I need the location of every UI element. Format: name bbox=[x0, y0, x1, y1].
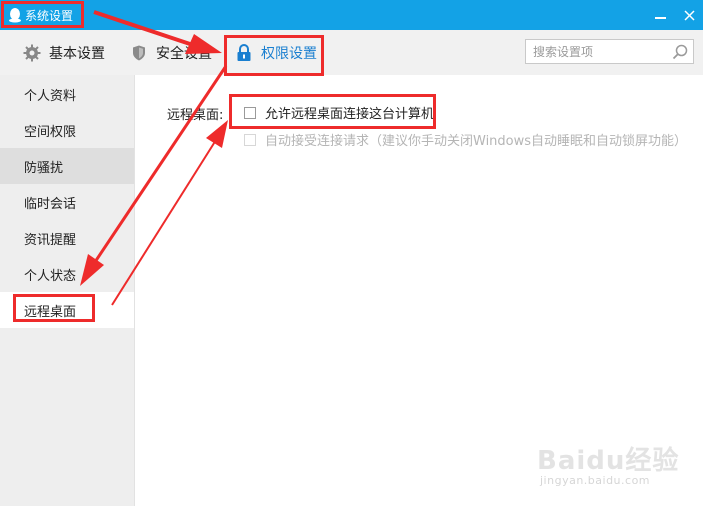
search-box[interactable] bbox=[525, 39, 694, 64]
gear-icon bbox=[23, 44, 41, 62]
search-input[interactable] bbox=[526, 40, 666, 63]
minimize-button[interactable] bbox=[650, 5, 670, 25]
sidebar-item-label: 空间权限 bbox=[24, 124, 77, 140]
allow-remote-desktop-option[interactable]: 允许远程桌面连接这台计算机 bbox=[244, 103, 434, 122]
sidebar-item-label: 临时会话 bbox=[24, 196, 77, 212]
sidebar-item-label: 远程桌面 bbox=[24, 304, 77, 320]
close-button[interactable] bbox=[679, 5, 699, 25]
sidebar-item-label: 个人状态 bbox=[24, 268, 77, 284]
tab-security-settings[interactable]: 安全设置 bbox=[130, 38, 212, 68]
auto-accept-checkbox bbox=[244, 133, 256, 146]
sidebar-item-space-permission[interactable]: 空间权限 bbox=[0, 112, 134, 148]
sidebar-item-anti-harassment[interactable]: 防骚扰 bbox=[0, 148, 134, 184]
sidebar-item-profile[interactable]: 个人资料 bbox=[0, 76, 134, 112]
tab-basic-settings[interactable]: 基本设置 bbox=[23, 38, 105, 68]
tab-bar: 基本设置 安全设置 权限设置 bbox=[0, 30, 703, 75]
sidebar-item-news-alerts[interactable]: 资讯提醒 bbox=[0, 220, 134, 256]
sidebar-item-label: 个人资料 bbox=[24, 88, 77, 104]
window-title-group: 系统设置 bbox=[4, 3, 77, 27]
shield-icon bbox=[130, 44, 148, 62]
minimize-icon bbox=[654, 17, 666, 19]
lock-icon bbox=[235, 44, 253, 62]
qq-penguin-icon bbox=[9, 8, 21, 23]
tab-security-settings-label: 安全设置 bbox=[156, 46, 212, 62]
auto-accept-option: 自动接受连接请求（建议你手动关闭Windows自动睡眠和自动锁屏功能） bbox=[244, 130, 687, 149]
search-icon[interactable] bbox=[672, 44, 688, 60]
remote-desktop-section-label: 远程桌面: bbox=[167, 108, 224, 123]
tab-permission-settings-label: 权限设置 bbox=[261, 46, 317, 62]
sidebar-item-label: 资讯提醒 bbox=[24, 232, 77, 248]
sidebar-item-personal-status[interactable]: 个人状态 bbox=[0, 256, 134, 292]
auto-accept-label: 自动接受连接请求（建议你手动关闭Windows自动睡眠和自动锁屏功能） bbox=[265, 134, 688, 149]
window-title: 系统设置 bbox=[25, 8, 74, 23]
sidebar: 个人资料 空间权限 防骚扰 临时会话 资讯提醒 个人状态 远程桌面 bbox=[0, 75, 134, 506]
tab-basic-settings-label: 基本设置 bbox=[49, 46, 105, 62]
tab-permission-settings[interactable]: 权限设置 bbox=[235, 38, 317, 68]
allow-remote-desktop-label: 允许远程桌面连接这台计算机 bbox=[265, 107, 435, 122]
close-icon bbox=[683, 9, 695, 21]
sidebar-item-temp-chat[interactable]: 临时会话 bbox=[0, 184, 134, 220]
sidebar-item-label: 防骚扰 bbox=[24, 160, 64, 176]
allow-remote-desktop-checkbox[interactable] bbox=[244, 106, 256, 119]
sidebar-item-remote-desktop[interactable]: 远程桌面 bbox=[0, 292, 134, 328]
title-bar: 系统设置 bbox=[0, 0, 703, 30]
